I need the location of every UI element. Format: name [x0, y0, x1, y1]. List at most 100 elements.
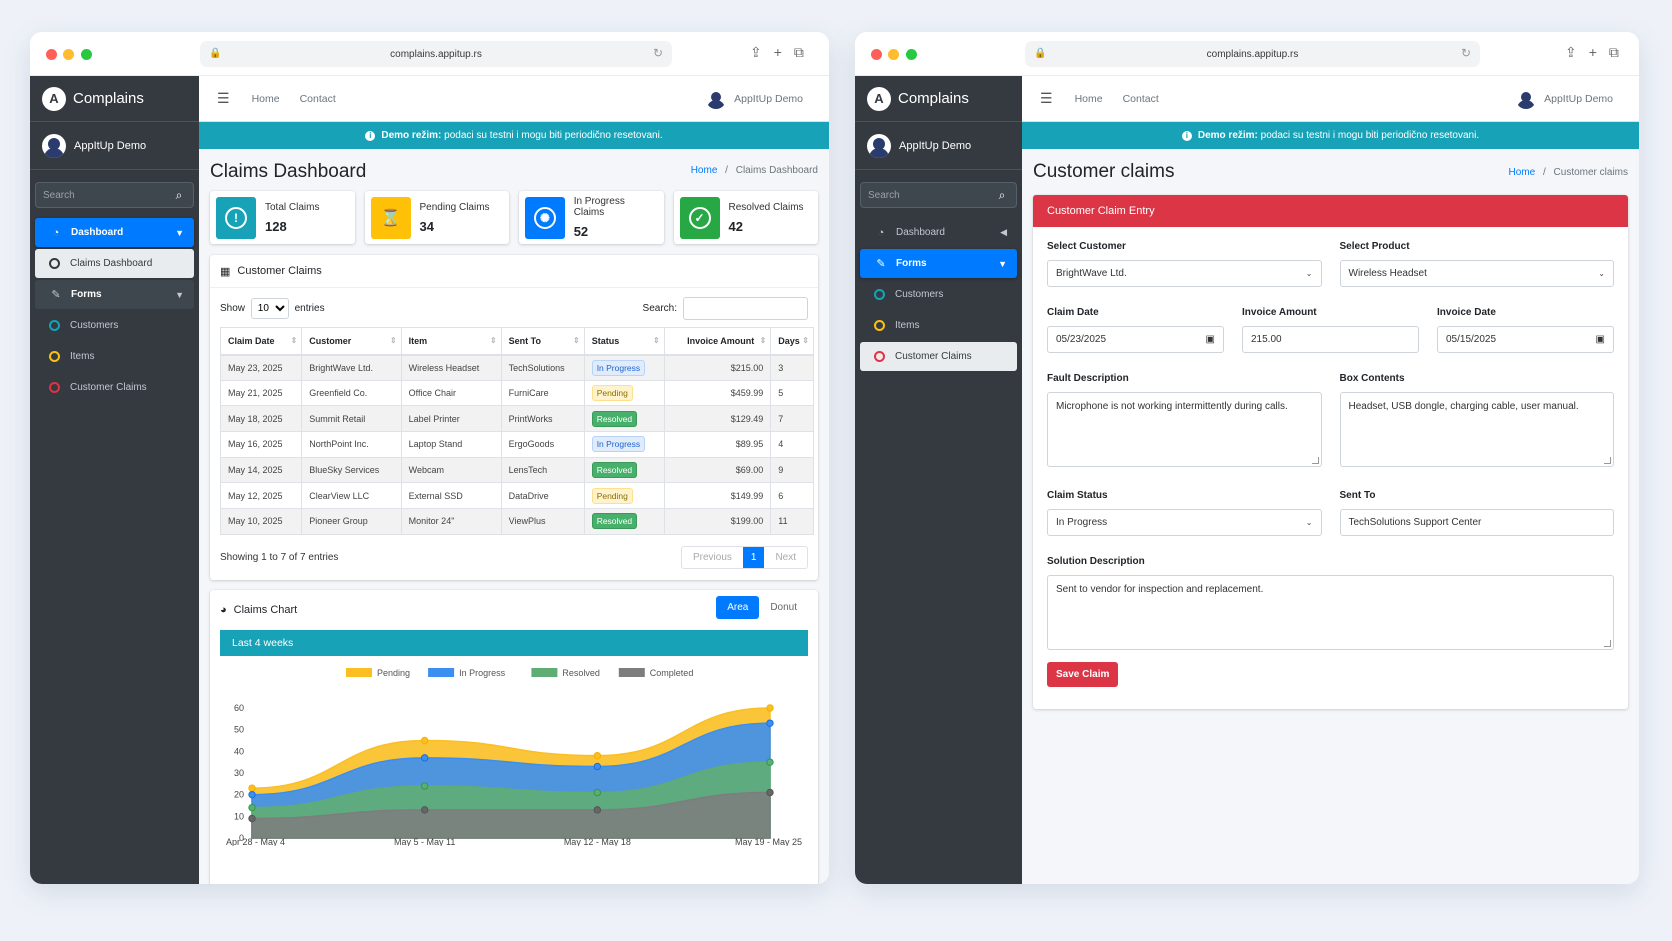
- table-row[interactable]: May 12, 2025 ClearView LLC External SSD Dat…: [219, 482, 814, 510]
- main-content: ☰ Home Contact AppItUp Demo i Demo režim…: [1022, 76, 1639, 884]
- address-bar[interactable]: 🔒 complains.appitup.rs ↻: [200, 41, 672, 67]
- column-header[interactable]: Days: [770, 327, 814, 356]
- invoice-amount-input[interactable]: 215.00: [1242, 326, 1419, 353]
- close-window-button[interactable]: [46, 49, 57, 60]
- column-header[interactable]: Customer: [301, 327, 402, 356]
- calendar-icon[interactable]: ▣: [1596, 334, 1605, 345]
- table-cell: LensTech: [500, 456, 585, 484]
- maximize-window-button[interactable]: [81, 49, 92, 60]
- sidebar-item-customers[interactable]: Customers: [35, 311, 194, 340]
- select-customer-label: Select Customer: [1047, 241, 1126, 252]
- page-1-button[interactable]: 1: [742, 546, 765, 568]
- solution-description-textarea[interactable]: Sent to vendor for inspection and replac…: [1047, 575, 1614, 650]
- y-tick-label: 30: [234, 768, 244, 778]
- sidebar-item-customers[interactable]: Customers: [860, 280, 1017, 309]
- navbar-user-menu[interactable]: AppItUp Demo: [706, 88, 803, 109]
- info-boxes-row: ! Total Claims 128 ⌛ Pending Claims 34 ✺…: [199, 191, 829, 244]
- column-header[interactable]: Claim Date: [219, 327, 303, 356]
- table-row[interactable]: May 21, 2025 Greenfield Co. Office Chair Fu…: [219, 379, 814, 407]
- sidebar-item-dashboard[interactable]: ◔ Dashboard ◀: [860, 218, 1017, 247]
- status-badge: Pending: [591, 385, 633, 402]
- table-cell: May 23, 2025: [219, 354, 303, 381]
- breadcrumb-home-link[interactable]: Home: [691, 165, 718, 176]
- sidebar-item-forms[interactable]: ✎ Forms ▼: [860, 249, 1017, 278]
- status-badge: In Progress: [591, 436, 646, 453]
- claim-status-dropdown[interactable]: In Progress ⌄: [1047, 509, 1322, 536]
- sidebar-search-input[interactable]: [36, 183, 165, 207]
- previous-page-button[interactable]: Previous: [682, 547, 743, 568]
- navbar-user-name: AppItUp Demo: [1544, 92, 1613, 105]
- invoice-date-input[interactable]: 05/15/2025 ▣: [1437, 326, 1614, 353]
- sidebar-user-panel[interactable]: AppItUp Demo: [855, 122, 1022, 170]
- search-icon[interactable]: ⌕: [165, 183, 193, 207]
- new-tab-icon[interactable]: +: [1589, 44, 1609, 60]
- minimize-window-button[interactable]: [63, 49, 74, 60]
- column-header[interactable]: Status: [583, 327, 665, 356]
- claims-chart-card: ◕ Claims Chart Area Donut Last 4 weeks P…: [210, 589, 818, 884]
- tabs-overview-icon[interactable]: ⧉: [1609, 44, 1631, 60]
- table-row[interactable]: May 14, 2025 BlueSky Services Webcam LensTe…: [219, 456, 814, 484]
- claim-date-input[interactable]: 05/23/2025 ▣: [1047, 326, 1224, 353]
- fault-description-textarea[interactable]: Microphone is not working intermittently…: [1047, 392, 1322, 467]
- table-row[interactable]: May 18, 2025 Summit Retail Label Printer Pr…: [219, 405, 814, 433]
- nav-home-link[interactable]: Home: [252, 93, 280, 105]
- entries-select[interactable]: 10: [250, 298, 289, 319]
- pagination: Previous 1 Next: [680, 545, 808, 569]
- share-icon[interactable]: ⇪: [1565, 44, 1589, 60]
- brand-link[interactable]: A Complains: [855, 76, 1022, 122]
- maximize-window-button[interactable]: [906, 49, 917, 60]
- tab-area[interactable]: Area: [716, 595, 760, 619]
- table-search-input[interactable]: [683, 297, 808, 320]
- save-claim-button[interactable]: Save Claim: [1047, 662, 1119, 687]
- legend-swatch: [531, 667, 558, 677]
- address-bar[interactable]: 🔒 complains.appitup.rs ↻: [1025, 41, 1480, 67]
- sidebar-item-label: Customer Claims: [895, 351, 972, 362]
- sidebar-item-customer-claims[interactable]: Customer Claims: [35, 373, 194, 402]
- sent-to-input[interactable]: TechSolutions Support Center: [1339, 509, 1614, 536]
- nav-contact-link[interactable]: Contact: [300, 93, 336, 105]
- select-customer-dropdown[interactable]: BrightWave Ltd. ⌄: [1047, 260, 1322, 287]
- sidebar-user-panel[interactable]: AppItUp Demo: [30, 122, 199, 170]
- navbar-user-menu[interactable]: AppItUp Demo: [1516, 88, 1613, 109]
- reload-icon[interactable]: ↻: [653, 46, 663, 60]
- sidebar-item-customer-claims[interactable]: Customer Claims: [860, 342, 1017, 371]
- column-header[interactable]: Sent To: [500, 327, 585, 356]
- navbar-user-name: AppItUp Demo: [734, 92, 803, 105]
- demo-notice-label: Demo režim:: [381, 130, 442, 141]
- nav-home-link[interactable]: Home: [1075, 93, 1103, 105]
- table-row[interactable]: May 23, 2025 BrightWave Ltd. Wireless Head…: [219, 354, 814, 381]
- sidebar-item-forms[interactable]: ✎ Forms ▼: [35, 280, 194, 309]
- tabs-overview-icon[interactable]: ⧉: [794, 44, 816, 60]
- calendar-icon[interactable]: ▣: [1206, 334, 1215, 345]
- sidebar-item-claims-dashboard[interactable]: Claims Dashboard: [35, 249, 194, 278]
- search-icon[interactable]: ⌕: [988, 183, 1016, 207]
- column-header[interactable]: Invoice Amount: [663, 327, 772, 356]
- brand-link[interactable]: A Complains: [30, 76, 199, 122]
- status-badge: In Progress: [591, 359, 646, 376]
- table-row[interactable]: May 16, 2025 NorthPoint Inc. Laptop Stand E…: [219, 431, 814, 458]
- share-icon[interactable]: ⇪: [750, 44, 774, 60]
- tab-donut[interactable]: Donut: [759, 596, 808, 619]
- sidebar-item-items[interactable]: Items: [35, 342, 194, 371]
- sidebar-item-items[interactable]: Items: [860, 311, 1017, 340]
- select-product-dropdown[interactable]: Wireless Headset ⌄: [1339, 260, 1614, 287]
- sidebar-search-input[interactable]: [861, 183, 988, 207]
- nav-contact-link[interactable]: Contact: [1123, 93, 1159, 105]
- box-contents-textarea[interactable]: Headset, USB dongle, charging cable, use…: [1339, 392, 1614, 467]
- data-point: [593, 751, 602, 760]
- next-page-button[interactable]: Next: [764, 547, 807, 568]
- close-window-button[interactable]: [871, 49, 882, 60]
- table-cell: 6: [770, 482, 814, 510]
- reload-icon[interactable]: ↻: [1461, 46, 1471, 60]
- table-row[interactable]: May 10, 2025 Pioneer Group Monitor 24" View…: [219, 508, 814, 535]
- menu-toggle-icon[interactable]: ☰: [217, 90, 230, 107]
- breadcrumb-home-link[interactable]: Home: [1509, 167, 1536, 178]
- data-point: [248, 803, 256, 812]
- minimize-window-button[interactable]: [888, 49, 899, 60]
- lock-icon: 🔒: [1034, 48, 1047, 59]
- sidebar-item-dashboard[interactable]: ◔ Dashboard ▼: [35, 218, 194, 247]
- new-tab-icon[interactable]: +: [774, 44, 794, 60]
- menu-toggle-icon[interactable]: ☰: [1040, 90, 1053, 107]
- column-header[interactable]: Item: [400, 327, 502, 356]
- breadcrumb-current: Customer claims: [1553, 167, 1628, 178]
